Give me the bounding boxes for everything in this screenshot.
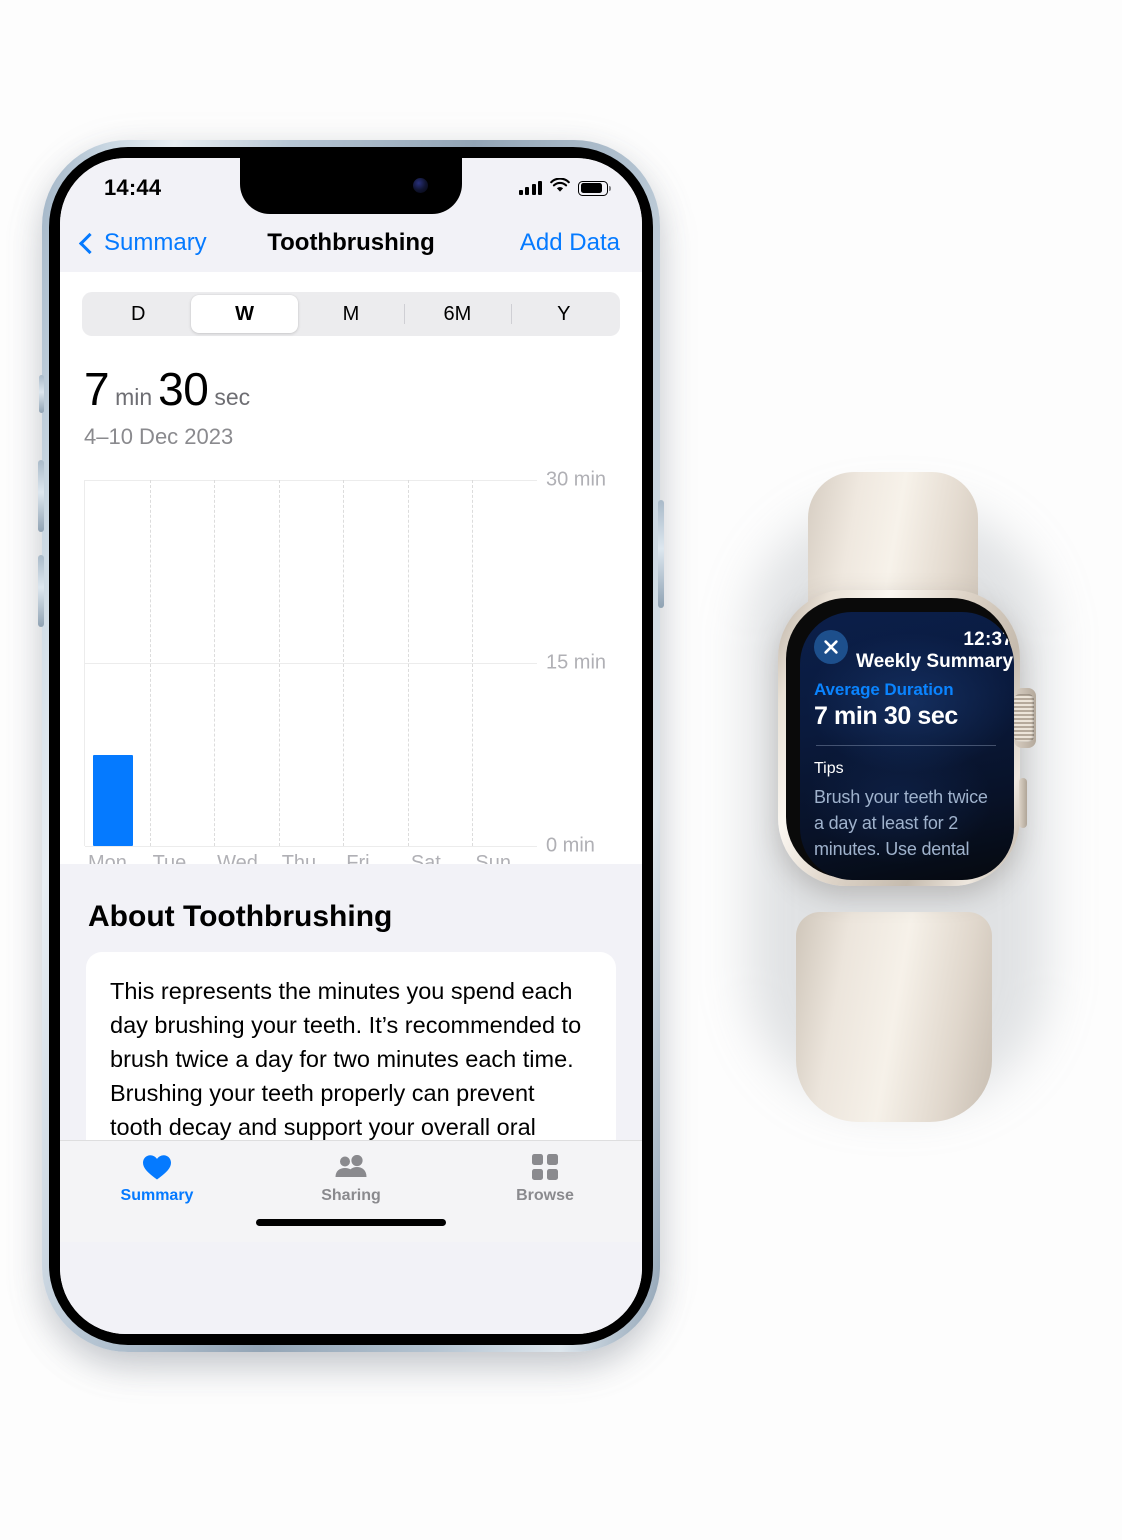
segment-6m[interactable]: 6M bbox=[404, 295, 510, 333]
watch-side-button[interactable] bbox=[1019, 778, 1027, 828]
page-title: Toothbrushing bbox=[267, 229, 435, 256]
back-button-label: Summary bbox=[104, 229, 207, 256]
ringer-switch[interactable] bbox=[39, 375, 44, 413]
stat-minutes-value: 7 bbox=[84, 363, 110, 415]
chart-column-separator bbox=[214, 480, 216, 846]
volume-up-button[interactable] bbox=[38, 460, 44, 532]
chevron-left-icon bbox=[78, 232, 101, 255]
chart-y-tick-label: 30 min bbox=[546, 468, 607, 491]
tab-bar: Summary Sharing Browse bbox=[60, 1140, 642, 1242]
stat-value-line: 7 min 30 sec bbox=[84, 362, 618, 416]
apple-watch-device: 12:37 Weekly Summary Average Duration 7 … bbox=[742, 472, 1072, 1122]
about-heading: About Toothbrushing bbox=[88, 900, 393, 933]
tab-sharing-label: Sharing bbox=[321, 1187, 381, 1204]
chart-gridline bbox=[85, 846, 537, 847]
metric-value: 7 min 30 sec bbox=[814, 702, 958, 730]
chart-column-separator bbox=[407, 480, 409, 846]
notch bbox=[240, 158, 462, 214]
stat-seconds-unit: sec bbox=[214, 384, 251, 410]
scene: 14:44 Summary Toothbrushing Add Data D W… bbox=[0, 0, 1122, 1540]
back-button[interactable]: Summary bbox=[78, 229, 207, 257]
phone-screen: 14:44 Summary Toothbrushing Add Data D W… bbox=[60, 158, 642, 1334]
front-camera bbox=[413, 178, 428, 193]
ios-nav-bar: Summary Toothbrushing Add Data bbox=[60, 214, 642, 272]
watch-header: 12:37 Weekly Summary bbox=[814, 630, 1013, 674]
tab-sharing[interactable]: Sharing bbox=[254, 1153, 448, 1205]
tab-summary-label: Summary bbox=[120, 1187, 194, 1204]
stat-minutes-unit: min bbox=[115, 384, 153, 410]
watch-screen: 12:37 Weekly Summary Average Duration 7 … bbox=[800, 612, 1014, 880]
tips-body: Brush your teeth twice a day at least fo… bbox=[814, 787, 988, 859]
chart-column-separator bbox=[149, 480, 151, 846]
segment-d[interactable]: D bbox=[85, 295, 191, 333]
chart-y-tick-label: 15 min bbox=[546, 651, 607, 674]
power-button[interactable] bbox=[658, 500, 664, 608]
summary-stat: 7 min 30 sec 4–10 Dec 2023 bbox=[60, 336, 642, 450]
chart-y-tick-label: 0 min bbox=[546, 834, 595, 857]
watch-header-text: 12:37 Weekly Summary bbox=[856, 630, 1013, 674]
heart-icon bbox=[142, 1153, 172, 1181]
stat-date-range: 4–10 Dec 2023 bbox=[84, 424, 234, 449]
time-range-segmented-control: D W M 6M Y bbox=[82, 292, 620, 336]
segment-w[interactable]: W bbox=[191, 295, 298, 333]
stat-seconds-value: 30 bbox=[158, 363, 209, 415]
watch-screen-title: Weekly Summary bbox=[856, 651, 1014, 672]
chart-plot-area bbox=[84, 480, 537, 847]
digital-crown[interactable] bbox=[1014, 694, 1034, 742]
chart-gridline bbox=[85, 663, 537, 664]
segment-y[interactable]: Y bbox=[510, 295, 617, 333]
chart-column-separator bbox=[472, 480, 474, 846]
wifi-icon bbox=[550, 177, 570, 198]
people-icon bbox=[334, 1153, 368, 1181]
chart-gridline bbox=[85, 480, 537, 481]
watch-bezel: 12:37 Weekly Summary Average Duration 7 … bbox=[786, 598, 1014, 880]
cellular-signal-icon bbox=[518, 181, 542, 195]
chart-bar[interactable] bbox=[93, 754, 133, 846]
watch-divider bbox=[816, 745, 996, 746]
status-bar-indicators bbox=[518, 174, 612, 198]
main-content: D W M 6M Y 7 min 30 sec 4–10 Dec 2023 Mo… bbox=[60, 292, 642, 1334]
iphone-device: 14:44 Summary Toothbrushing Add Data D W… bbox=[38, 140, 664, 1358]
watch-band-bottom bbox=[796, 912, 992, 1122]
status-bar-clock: 14:44 bbox=[104, 175, 162, 200]
add-data-button[interactable]: Add Data bbox=[520, 229, 620, 257]
metric-label: Average Duration bbox=[814, 680, 954, 699]
close-button[interactable] bbox=[814, 630, 848, 664]
home-indicator[interactable] bbox=[256, 1219, 446, 1226]
watch-ui: 12:37 Weekly Summary Average Duration 7 … bbox=[800, 612, 1014, 880]
toothbrushing-bar-chart[interactable]: Mon Tue Wed Thu Fri Sat Sun 0 min 15 min 30 min bbox=[84, 464, 642, 874]
volume-down-button[interactable] bbox=[38, 555, 44, 627]
battery-icon bbox=[578, 180, 612, 196]
segment-m[interactable]: M bbox=[298, 295, 404, 333]
chart-column-separator bbox=[278, 480, 280, 846]
chart-column-separator bbox=[343, 480, 345, 846]
watch-clock: 12:37 bbox=[963, 629, 1014, 650]
close-x-icon bbox=[824, 640, 838, 654]
watch-case: 12:37 Weekly Summary Average Duration 7 … bbox=[778, 590, 1036, 886]
grid-icon bbox=[532, 1153, 558, 1181]
tab-browse[interactable]: Browse bbox=[448, 1153, 642, 1205]
about-section: About Toothbrushing This represents the … bbox=[60, 864, 642, 1334]
tab-summary[interactable]: Summary bbox=[60, 1153, 254, 1205]
tips-heading: Tips bbox=[814, 760, 844, 777]
tab-browse-label: Browse bbox=[516, 1187, 574, 1204]
